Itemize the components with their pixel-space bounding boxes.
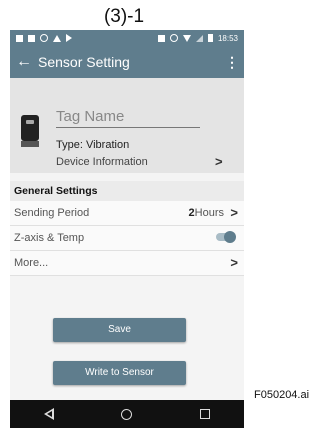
more-label: More...: [14, 257, 49, 269]
system-nav-bar: [10, 400, 244, 428]
status-system-icons: 18:53: [157, 33, 244, 43]
status-notification-icons: [10, 34, 72, 42]
nav-recent-apps-icon[interactable]: [200, 409, 211, 419]
z-axis-temp-label: Z-axis & Temp: [14, 232, 85, 244]
general-settings-header: General Settings: [10, 181, 244, 201]
play-icon: [66, 34, 72, 42]
wifi-icon: [182, 34, 191, 42]
write-to-sensor-button[interactable]: Write to Sensor: [53, 361, 186, 385]
save-button[interactable]: Save: [53, 318, 186, 342]
device-type-label: Type:: [56, 139, 83, 151]
chevron-right-icon: >: [230, 255, 238, 270]
more-row[interactable]: More... >: [10, 251, 244, 276]
sending-period-label: Sending Period: [14, 207, 90, 219]
figure-label: (3)-1: [103, 6, 145, 27]
section-title: General Settings: [14, 185, 98, 197]
signal-icon: [195, 34, 203, 42]
nav-back-icon[interactable]: [43, 408, 54, 420]
sending-period-value: 2Hours: [188, 207, 224, 219]
chevron-right-icon: >: [230, 205, 238, 220]
nav-home-icon[interactable]: [121, 408, 133, 420]
device-card: Tag Name Type: Vibration Device Informat…: [10, 78, 244, 173]
status-bar: 18:53: [10, 30, 244, 46]
sending-period-row[interactable]: Sending Period 2Hours >: [10, 201, 244, 226]
do-not-disturb-icon: [169, 34, 178, 42]
battery-icon: [207, 34, 213, 42]
more-options-icon[interactable]: ⋮: [220, 54, 244, 71]
page-title: Sensor Setting: [38, 54, 130, 70]
app-bar: ← Sensor Setting ⋮: [10, 46, 244, 78]
notification-icon: [16, 34, 23, 42]
z-axis-temp-row: Z-axis & Temp: [10, 226, 244, 251]
device-type: Type: Vibration: [56, 139, 129, 151]
chevron-right-icon[interactable]: >: [215, 154, 223, 169]
sync-icon: [40, 34, 48, 42]
back-arrow-icon[interactable]: ←: [10, 53, 38, 71]
toggle-knob: [224, 231, 236, 243]
image-icon: [28, 34, 35, 42]
phone-screen: 18:53 ← Sensor Setting ⋮ Tag Name Type: …: [10, 30, 244, 428]
z-axis-temp-toggle[interactable]: [216, 231, 236, 243]
status-time: 18:53: [217, 33, 238, 43]
device-type-value: Vibration: [85, 139, 130, 151]
nfc-icon: [157, 34, 165, 42]
warning-icon: [53, 34, 61, 42]
sensor-device-icon: [21, 115, 39, 147]
device-information-link[interactable]: Device Information: [56, 156, 148, 168]
tag-name-field[interactable]: Tag Name: [56, 108, 200, 128]
figure-code: F050204.ai: [254, 389, 310, 401]
